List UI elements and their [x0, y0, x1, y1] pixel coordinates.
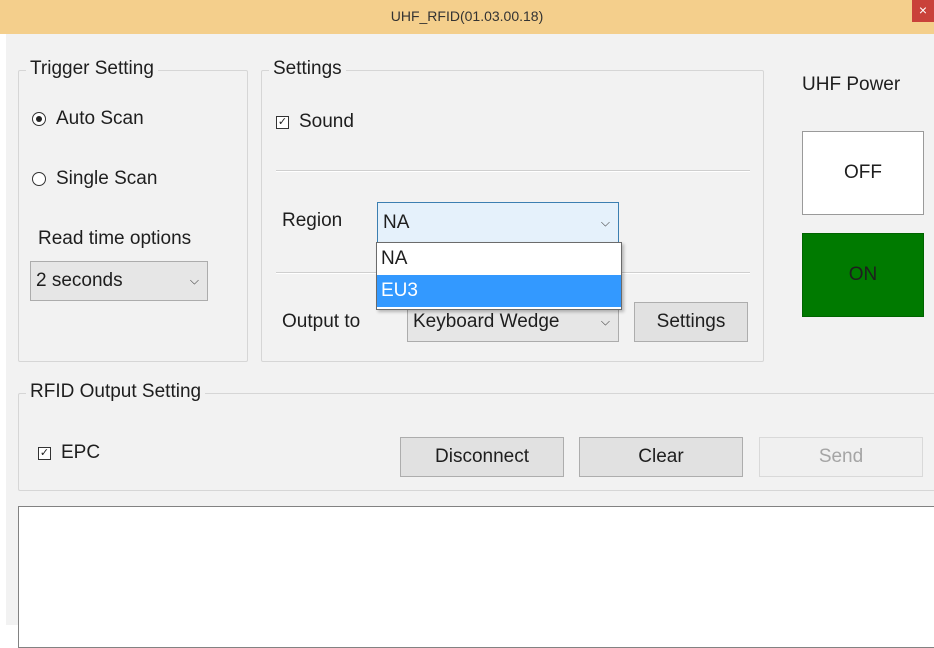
send-button[interactable]: Send: [759, 437, 923, 477]
disconnect-button[interactable]: Disconnect: [400, 437, 564, 477]
epc-label: EPC: [61, 442, 101, 463]
region-select[interactable]: NA ⌵: [377, 202, 619, 243]
chevron-down-icon: ⌵: [189, 273, 199, 288]
rfid-output-legend: RFID Output Setting: [26, 381, 206, 403]
single-scan-radio[interactable]: Single Scan: [32, 168, 157, 190]
epc-checkbox[interactable]: ✓ EPC: [38, 442, 100, 464]
chevron-down-icon: ⌵: [600, 314, 610, 329]
output-to-label: Output to: [282, 311, 361, 332]
single-scan-label: Single Scan: [56, 168, 158, 189]
settings-divider-1: [276, 170, 750, 172]
window-title: UHF_RFID(01.03.00.18): [390, 8, 544, 24]
auto-scan-radio[interactable]: Auto Scan: [32, 108, 144, 130]
title-bar[interactable]: UHF_RFID(01.03.00.18) ×: [0, 0, 934, 34]
radio-dot-icon: [32, 112, 46, 126]
sound-label: Sound: [299, 111, 354, 132]
region-option-na[interactable]: NA: [377, 243, 621, 275]
read-time-value: 2 seconds: [36, 270, 123, 291]
auto-scan-label: Auto Scan: [56, 108, 144, 129]
region-option-eu3[interactable]: EU3: [377, 275, 621, 307]
trigger-setting-legend: Trigger Setting: [26, 58, 158, 80]
uhf-power-label: UHF Power: [802, 74, 901, 95]
clear-button[interactable]: Clear: [579, 437, 743, 477]
settings-legend: Settings: [269, 58, 346, 80]
region-dropdown-list[interactable]: NA EU3: [376, 242, 622, 310]
sound-checkbox[interactable]: ✓ Sound: [276, 111, 354, 133]
read-time-label: Read time options: [38, 228, 192, 249]
read-time-select[interactable]: 2 seconds ⌵: [30, 261, 208, 301]
main-window: Trigger Setting Auto Scan Single Scan Re…: [6, 34, 934, 648]
power-on-button[interactable]: ON: [802, 233, 924, 317]
rfid-output-textarea[interactable]: [18, 506, 934, 648]
chevron-down-icon: ⌵: [600, 215, 610, 229]
region-label: Region: [282, 210, 343, 231]
region-value: NA: [383, 211, 410, 233]
check-icon: ✓: [38, 446, 51, 460]
power-off-button[interactable]: OFF: [802, 131, 924, 215]
close-icon[interactable]: ×: [912, 0, 934, 22]
radio-empty-icon: [32, 172, 46, 186]
settings-button[interactable]: Settings: [634, 302, 748, 342]
check-icon: ✓: [276, 115, 289, 129]
output-to-value: Keyboard Wedge: [413, 311, 560, 332]
